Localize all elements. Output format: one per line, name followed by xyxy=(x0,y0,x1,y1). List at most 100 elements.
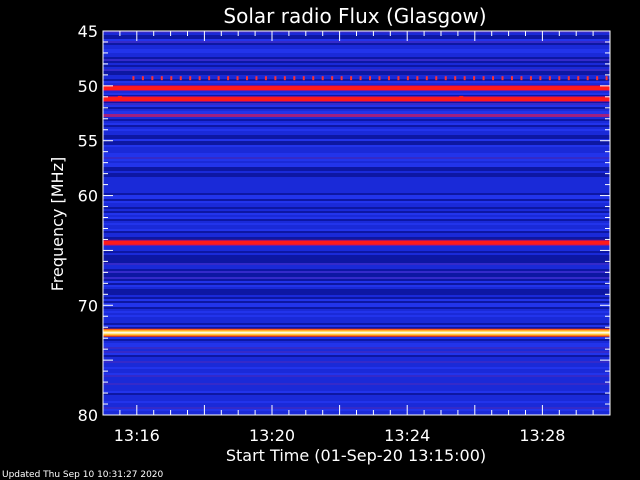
noise-stripe xyxy=(103,43,610,45)
noise-stripe xyxy=(103,197,610,199)
noise-stripe xyxy=(103,141,610,143)
noise-stripe xyxy=(103,37,610,39)
noise-stripe xyxy=(103,175,610,177)
y-tick-label: 60 xyxy=(78,187,98,206)
burst-dot xyxy=(321,76,324,81)
noise-stripe xyxy=(103,261,610,263)
burst-dot xyxy=(312,76,315,81)
burst-dot xyxy=(255,76,258,81)
burst-dot xyxy=(236,76,239,81)
noise-stripe xyxy=(103,279,610,281)
noise-stripe xyxy=(103,355,610,357)
burst-dot xyxy=(369,76,372,81)
x-tick-label: 13:20 xyxy=(249,426,295,445)
chart-title: Solar radio Flux (Glasgow) xyxy=(223,4,486,28)
burst-dot xyxy=(340,76,343,81)
noise-stripe xyxy=(103,315,610,317)
burst-spot xyxy=(117,95,122,101)
y-tick-label: 70 xyxy=(78,296,98,315)
noise-stripe xyxy=(103,303,610,305)
noise-stripe xyxy=(103,199,610,201)
noise-stripe xyxy=(103,281,610,283)
burst-dot xyxy=(274,76,277,81)
x-tick-label: 13:16 xyxy=(114,426,160,445)
burst-dot xyxy=(492,76,495,81)
noise-stripe xyxy=(103,269,610,271)
noise-stripe xyxy=(103,327,610,329)
noise-stripe xyxy=(103,347,610,349)
noise-stripe xyxy=(103,393,610,395)
noise-stripe xyxy=(103,337,610,339)
noise-stripe xyxy=(103,111,610,113)
burst-dot xyxy=(416,76,419,81)
noise-stripe xyxy=(103,307,610,309)
noise-stripe xyxy=(103,391,610,393)
burst-dot xyxy=(179,76,182,81)
burst-dot xyxy=(132,76,135,81)
burst-dot xyxy=(425,76,428,81)
noise-stripe xyxy=(103,291,610,293)
burst-dot xyxy=(567,76,570,81)
noise-stripe xyxy=(103,211,610,213)
y-tick-label: 45 xyxy=(78,22,98,41)
noise-stripe xyxy=(103,139,610,141)
x-tick-label: 13:28 xyxy=(519,426,565,445)
burst-dot xyxy=(189,76,192,81)
noise-stripe xyxy=(103,123,610,125)
noise-stripe xyxy=(103,201,610,203)
burst-dot xyxy=(387,76,390,81)
burst-dot xyxy=(264,76,267,81)
noise-stripe xyxy=(103,323,610,325)
burst-dot xyxy=(605,76,608,81)
noise-stripe xyxy=(103,383,610,385)
noise-stripe xyxy=(103,255,610,257)
noise-stripe xyxy=(103,339,610,341)
burst-dot xyxy=(245,76,248,81)
burst-dot xyxy=(397,76,400,81)
noise-stripe xyxy=(103,73,610,75)
noise-stripe xyxy=(103,49,610,51)
burst-dot xyxy=(558,76,561,81)
burst-dot xyxy=(160,76,163,81)
burst-dot xyxy=(463,76,466,81)
noise-stripe xyxy=(103,65,610,67)
noise-stripe xyxy=(103,207,610,209)
noise-stripe xyxy=(103,343,610,345)
noise-stripe xyxy=(103,289,610,291)
band-high xyxy=(103,86,610,91)
noise-stripe xyxy=(103,195,610,197)
y-axis-label: Frequency [MHz] xyxy=(48,157,67,291)
noise-stripe xyxy=(103,159,610,161)
noise-stripe xyxy=(103,301,610,303)
noise-stripe xyxy=(103,259,610,261)
burst-dot xyxy=(293,76,296,81)
burst-dot xyxy=(350,76,353,81)
noise-stripe xyxy=(103,325,610,327)
noise-stripe xyxy=(103,193,610,195)
burst-dot xyxy=(170,76,173,81)
noise-stripe xyxy=(103,213,610,215)
noise-stripe xyxy=(103,93,610,95)
burst-dot xyxy=(302,76,305,81)
noise-stripe xyxy=(103,129,610,131)
noise-stripe xyxy=(103,81,610,83)
band-high xyxy=(103,97,610,102)
noise-stripe xyxy=(103,39,610,41)
noise-stripe xyxy=(103,103,610,105)
noise-stripe xyxy=(103,353,610,355)
x-axis-label: Start Time (01-Sep-20 13:15:00) xyxy=(226,446,486,465)
burst-dot xyxy=(501,76,504,81)
noise-stripe xyxy=(103,285,610,287)
chart-page: Solar radio Flux (Glasgow) 45 50 55 60 70 80 … xyxy=(0,0,640,480)
noise-stripe xyxy=(103,107,610,109)
noise-stripe xyxy=(103,275,610,277)
noise-stripe xyxy=(103,367,610,369)
noise-stripe xyxy=(103,61,610,63)
noise-stripe xyxy=(103,373,610,375)
burst-dot xyxy=(378,76,381,81)
noise-stripe xyxy=(103,297,610,299)
noise-stripe xyxy=(103,351,610,353)
noise-stripe xyxy=(103,69,610,71)
noise-stripe xyxy=(103,407,610,409)
burst-dot xyxy=(227,76,230,81)
